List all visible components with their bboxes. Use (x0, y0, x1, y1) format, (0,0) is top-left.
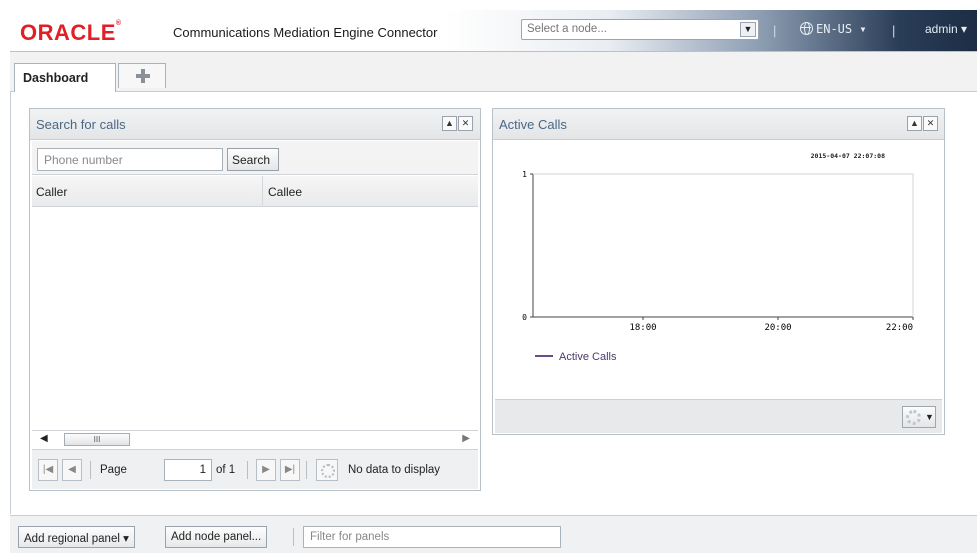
column-caller[interactable]: Caller (36, 185, 67, 199)
column-callee[interactable]: Callee (268, 185, 302, 199)
dashboard-area: Search for calls ▲ ✕ Phone number Search… (10, 92, 977, 514)
pager-divider (306, 461, 307, 479)
x-ticks: 18:00 20:00 22:00 (629, 317, 914, 333)
tab-strip: Dashboard (10, 52, 977, 92)
add-node-panel-button[interactable]: Add node panel... (165, 526, 268, 548)
first-page-icon[interactable]: |◀ (38, 459, 58, 481)
x-tick-label: 18:00 (629, 323, 656, 333)
pager-status: No data to display (348, 464, 441, 476)
chart-settings-button[interactable]: ▼ (902, 406, 936, 428)
close-icon[interactable]: ✕ (923, 116, 938, 131)
chart-svg: 2015-04-07 22:07:08 10 18:00 20:00 22:00 A… (522, 152, 914, 363)
user-menu[interactable]: admin ▾ (925, 22, 967, 36)
search-calls-panel: Search for calls ▲ ✕ Phone number Search… (29, 108, 481, 491)
page-label: Page (100, 464, 127, 476)
header-divider: | (773, 23, 777, 38)
oracle-logo: ORACLE® (20, 20, 122, 45)
search-toolbar: Phone number Search (32, 141, 478, 175)
pager-divider (247, 461, 248, 479)
pager: |◀ ◀ Page 1 of 1 ▶ ▶| No data to display (32, 449, 478, 489)
horizontal-scrollbar[interactable]: ◀ III ▶ (32, 430, 478, 448)
node-select[interactable]: Select a node... ▼ (521, 19, 759, 40)
column-divider (262, 176, 263, 207)
page-input[interactable]: 1 (164, 459, 212, 481)
search-button[interactable]: Search (227, 148, 279, 171)
toolbar-divider (293, 528, 294, 546)
y-ticks: 10 (522, 170, 533, 322)
last-page-icon[interactable]: ▶| (280, 459, 300, 481)
gear-icon (906, 410, 921, 425)
prev-page-icon[interactable]: ◀ (62, 459, 82, 481)
add-regional-panel-button[interactable]: Add regional panel ▾ (18, 526, 135, 548)
plus-icon (136, 69, 150, 83)
panel-title: Search for calls (36, 117, 126, 132)
active-calls-chart: 2015-04-07 22:07:08 10 18:00 20:00 22:00 A… (495, 141, 942, 397)
app-title: Communications Mediation Engine Connecto… (173, 25, 438, 40)
language-label: EN-US (816, 22, 853, 36)
user-name: admin (925, 22, 958, 36)
tab-dashboard[interactable]: Dashboard (14, 63, 116, 92)
active-calls-panel: Active Calls ▲ ✕ 2015-04-07 22:07:08 10 … (492, 108, 945, 435)
close-icon[interactable]: ✕ (458, 116, 473, 131)
globe-icon (800, 22, 813, 35)
page-count: of 1 (216, 464, 236, 476)
chart-footer: ▼ (495, 399, 942, 433)
panel-filter-input[interactable]: Filter for panels (303, 526, 561, 548)
scroll-right-icon[interactable]: ▶ (462, 433, 470, 444)
y-tick-label: 1 (522, 170, 527, 179)
legend-label: Active Calls (559, 351, 617, 363)
chart-timestamp: 2015-04-07 22:07:08 (811, 152, 885, 160)
phone-number-input[interactable]: Phone number (37, 148, 223, 171)
chevron-down-icon: ▼ (925, 412, 934, 422)
collapse-icon[interactable]: ▲ (907, 116, 922, 131)
x-tick-label: 22:00 (886, 323, 913, 333)
next-page-icon[interactable]: ▶ (256, 459, 276, 481)
bottom-toolbar: Add regional panel ▾ Add node panel... F… (10, 515, 977, 553)
pager-divider (90, 461, 91, 479)
y-tick-label: 0 (522, 313, 527, 322)
panel-title: Active Calls (499, 117, 567, 132)
add-regional-label: Add regional panel (24, 533, 120, 545)
refresh-icon[interactable] (316, 459, 338, 481)
header-divider: | (892, 23, 896, 38)
x-tick-label: 20:00 (764, 323, 791, 333)
panel-header: Active Calls ▲ ✕ (493, 109, 944, 140)
scroll-left-icon[interactable]: ◀ (40, 433, 48, 444)
table-header: Caller Callee (32, 176, 478, 207)
node-select-placeholder: Select a node... (527, 23, 607, 35)
add-tab-button[interactable] (118, 63, 166, 88)
collapse-icon[interactable]: ▲ (442, 116, 457, 131)
app-header: ORACLE® Communications Mediation Engine … (10, 10, 977, 52)
panel-header: Search for calls ▲ ✕ (30, 109, 480, 140)
language-menu[interactable]: EN-US ▾ (800, 22, 867, 36)
scroll-thumb[interactable]: III (64, 433, 130, 446)
chevron-down-icon[interactable]: ▼ (740, 22, 756, 37)
